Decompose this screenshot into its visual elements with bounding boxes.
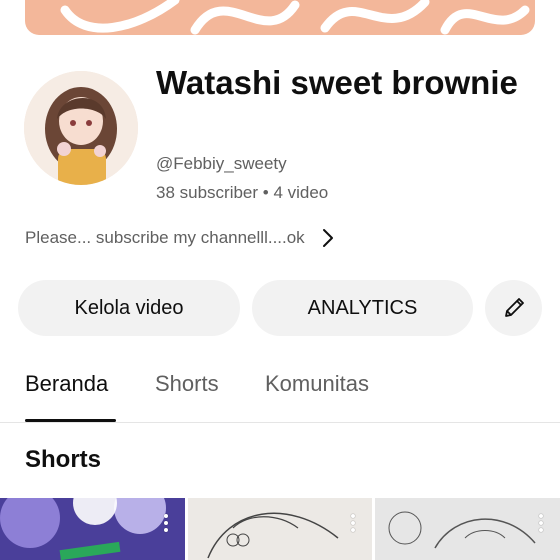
manage-videos-button[interactable]: Kelola video <box>18 280 240 336</box>
manage-videos-label: Kelola video <box>74 296 184 319</box>
channel-handle: @Febbiy_sweety <box>156 154 287 173</box>
analytics-label: ANALYTICS <box>307 296 418 319</box>
edit-channel-button[interactable] <box>485 280 542 336</box>
tab-komunitas[interactable]: Komunitas <box>265 371 369 397</box>
analytics-button[interactable]: ANALYTICS <box>252 280 473 336</box>
pencil-icon <box>504 298 524 317</box>
channel-name: Watashi sweet brownie <box>156 64 518 101</box>
chevron-right-icon <box>322 229 333 247</box>
more-vertical-icon[interactable] <box>163 514 169 534</box>
tab-shorts[interactable]: Shorts <box>155 371 219 397</box>
short-thumbnail[interactable] <box>0 498 185 560</box>
channel-description: Please... subscribe my channelll....ok <box>25 228 305 247</box>
channel-avatar[interactable] <box>24 71 138 185</box>
active-tab-indicator <box>25 419 116 422</box>
shorts-section-title: Shorts <box>25 446 102 473</box>
more-vertical-icon[interactable] <box>350 514 356 534</box>
tab-beranda[interactable]: Beranda <box>25 371 108 397</box>
channel-description-row[interactable]: Please... subscribe my channelll....ok <box>25 226 337 250</box>
channel-banner <box>25 0 535 35</box>
more-vertical-icon[interactable] <box>538 514 544 534</box>
short-thumbnail[interactable] <box>375 498 560 560</box>
channel-stats: 38 subscriber • 4 video <box>156 183 329 202</box>
channel-tabs: Beranda Shorts Komunitas <box>0 360 560 423</box>
short-thumbnail[interactable] <box>188 498 372 560</box>
